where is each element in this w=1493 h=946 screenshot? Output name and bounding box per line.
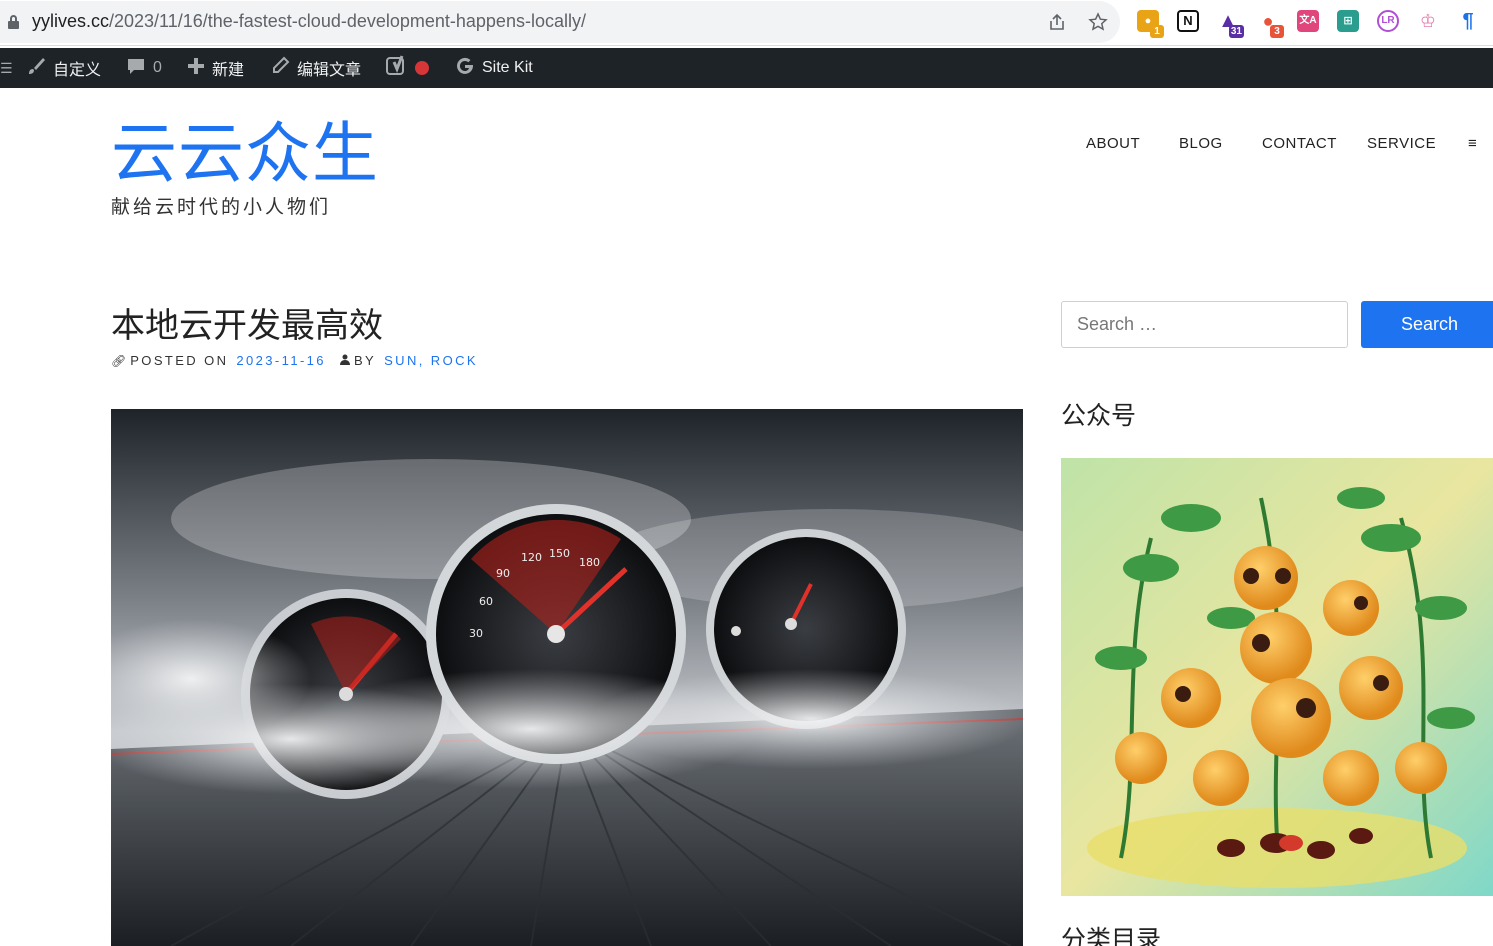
admin-menu-icon[interactable]: ☰ [0,48,13,88]
post-date-link[interactable]: 2023-11-16 [236,353,326,368]
admin-bar-edit-post[interactable]: 编辑文章 [270,48,361,88]
comment-icon [126,56,146,81]
wechat-account-image [1061,458,1493,896]
comments-count: 0 [153,59,162,76]
yoast-icon [386,54,408,82]
customize-label: 自定义 [53,62,102,79]
graduation-cap-icon[interactable]: ▲ 31 [1217,10,1244,38]
admin-bar-yoast[interactable] [386,48,429,88]
wechat-widget-title: 公众号 [1061,402,1137,430]
by-label: BY [353,353,377,368]
google-g-icon [455,56,475,81]
svg-text:60: 60 [479,595,493,608]
post-authors-link[interactable]: SUN, ROCK [384,353,478,368]
search-input[interactable] [1061,301,1348,348]
post-title: 本地云开发最高效 [111,307,383,345]
user-icon [339,354,350,368]
link-icon: 🔗︎ [111,353,127,368]
admin-bar: ☰ 自定义 0 新建 编辑文章 Site Kit [0,48,1493,88]
crown-icon[interactable]: ♔ [1417,10,1439,32]
brush-icon [26,56,46,81]
circle-logo-icon[interactable]: LR [1377,10,1399,32]
grid-icon[interactable]: ⊞ [1337,10,1359,32]
nav-contact[interactable]: CONTACT [1262,135,1337,152]
bookmark-star-icon[interactable] [1088,12,1108,32]
search-button[interactable]: Search [1361,301,1493,348]
address-bar[interactable]: yylives.cc/2023/11/16/the-fastest-cloud-… [0,1,1120,43]
pencil-icon [270,56,290,81]
share-icon[interactable] [1047,12,1067,32]
svg-text:120: 120 [521,551,542,564]
url-text[interactable]: yylives.cc/2023/11/16/the-fastest-cloud-… [32,11,586,32]
site-title[interactable]: 云云众生 [111,117,379,191]
site-tagline: 献给云时代的小人物们 [111,197,332,218]
pilcrow-icon[interactable]: ¶ [1457,10,1479,32]
extension-icon[interactable]: ● 1 [1137,10,1164,38]
admin-bar-site-kit[interactable]: Site Kit [455,48,533,88]
svg-text:150: 150 [549,547,570,560]
svg-text:180: 180 [579,556,600,569]
nav-service[interactable]: SERVICE [1367,135,1436,152]
cluster-icon[interactable]: ● 3 [1257,10,1284,38]
admin-bar-new[interactable]: 新建 [187,48,244,88]
svg-text:90: 90 [496,567,510,580]
site-kit-label: Site Kit [482,59,533,76]
nav-blog[interactable]: BLOG [1179,135,1223,152]
translate-icon[interactable]: 文A [1297,10,1319,32]
edit-post-label: 编辑文章 [297,62,362,79]
lock-icon[interactable] [8,15,19,29]
browser-toolbar: yylives.cc/2023/11/16/the-fastest-cloud-… [0,0,1493,46]
admin-bar-comments[interactable]: 0 [126,48,162,88]
featured-image: 90 120 150 180 60 30 [111,409,1023,946]
notion-icon[interactable]: N [1177,10,1199,32]
seo-status-dot [415,61,429,75]
admin-bar-customize[interactable]: 自定义 [26,48,101,88]
categories-widget-title: 分类目录 [1061,926,1162,946]
plus-icon [187,57,205,80]
menu-toggle-icon[interactable]: ≡ [1468,135,1477,152]
new-label: 新建 [212,62,245,79]
nav-about[interactable]: ABOUT [1086,135,1140,152]
posted-on-label: POSTED ON [130,353,229,368]
post-meta: 🔗︎ POSTED ON 2023-11-16 BY SUN, ROCK [111,353,478,368]
svg-text:30: 30 [469,627,483,640]
